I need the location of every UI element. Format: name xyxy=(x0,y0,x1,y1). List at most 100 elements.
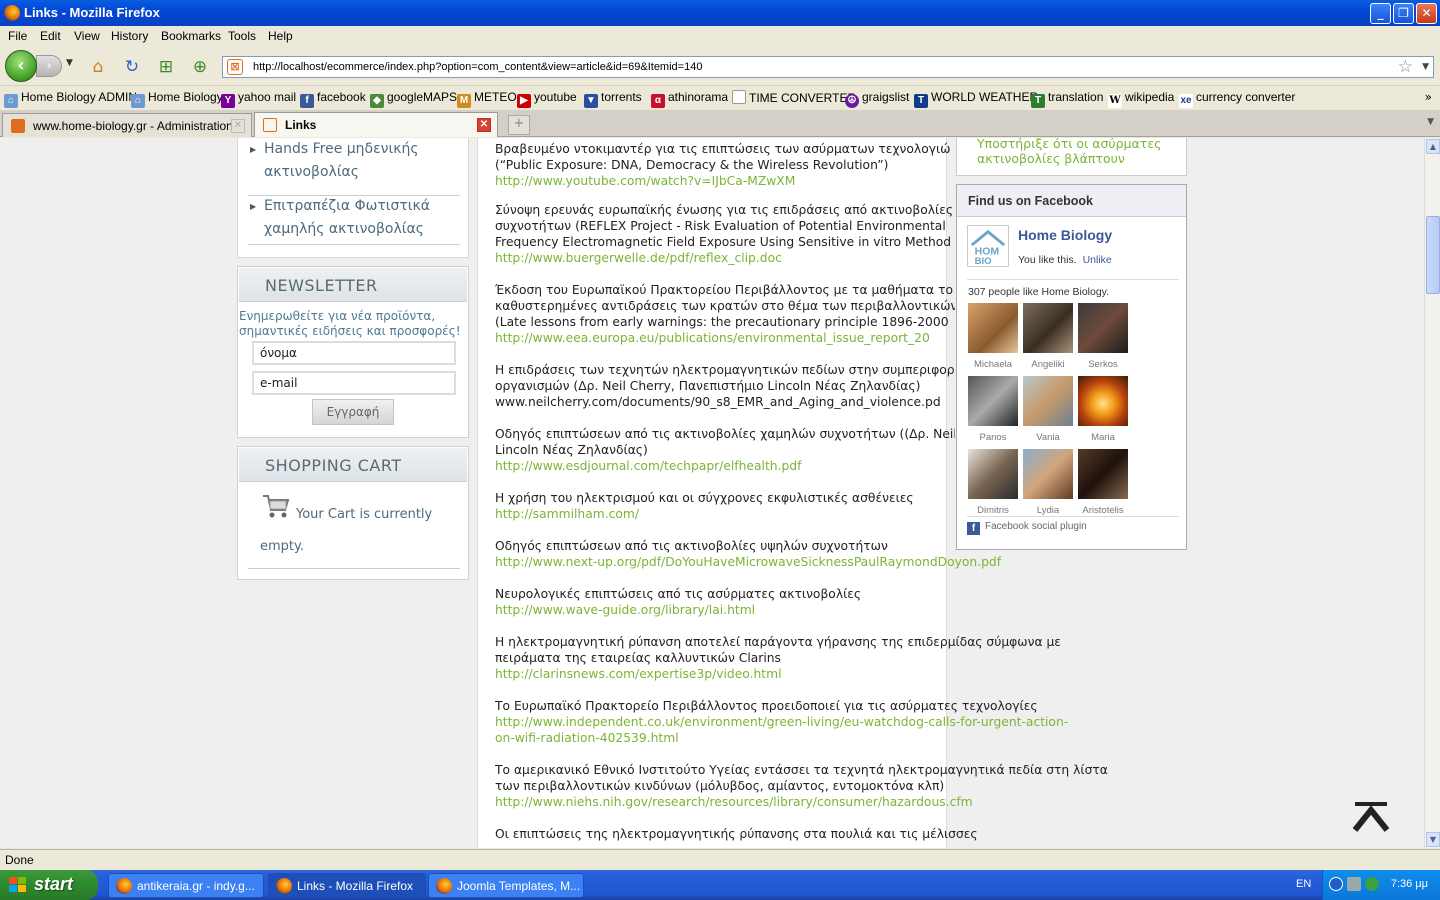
reload-icon[interactable]: ↻ xyxy=(121,56,143,78)
article-link[interactable]: http://clarinsnews.com/expertise3p/video… xyxy=(495,666,1135,682)
tab-close-icon[interactable]: ✕ xyxy=(477,118,491,132)
newsletter-submit-button[interactable]: Εγγραφή xyxy=(312,399,394,425)
poll-option-text[interactable]: Υποστήριξε ότι οι ασύρματες ακτινοβολίες… xyxy=(977,138,1177,166)
article-link[interactable]: http://www.independent.co.uk/environment… xyxy=(495,714,1135,730)
taskbar-item[interactable]: antikeraia.gr - indy.g... xyxy=(108,873,264,898)
poll-box: Υποστήριξε ότι οι ασύρματες ακτινοβολίες… xyxy=(956,138,1187,176)
network-icon[interactable] xyxy=(1347,877,1361,891)
tab-list-icon[interactable]: ▼ xyxy=(1427,117,1434,127)
unlike-link[interactable]: Unlike xyxy=(1083,254,1112,266)
bookmark-item[interactable]: T WORLD WEATHER xyxy=(914,90,1038,108)
fan-avatar[interactable]: Dimitris xyxy=(968,449,1018,516)
home-icon[interactable]: ⌂ xyxy=(87,56,109,78)
cart-heading: SHOPPING CART xyxy=(239,448,467,482)
shopping-cart-box: SHOPPING CART Your Cart is currently emp… xyxy=(237,446,469,580)
menu-view[interactable]: View xyxy=(74,29,100,43)
bookmark-item[interactable]: ▶ youtube xyxy=(517,90,577,108)
bookmark-item[interactable]: M METEO xyxy=(457,90,517,108)
fan-avatar[interactable]: Angeliki xyxy=(1023,303,1073,370)
facebook-plugin-credit[interactable]: f Facebook social plugin xyxy=(967,521,1087,535)
start-button[interactable]: start xyxy=(0,870,98,900)
tab-close-icon[interactable]: ✕ xyxy=(231,119,245,133)
page-content: ▶ Hands Free μηδενικής ακτινοβολίας ▶ Επ… xyxy=(0,138,1424,848)
fan-avatar[interactable]: Vania xyxy=(1023,376,1073,443)
article-link[interactable]: http://www.eea.europa.eu/publications/en… xyxy=(495,330,955,346)
scroll-down-icon[interactable]: ▼ xyxy=(1426,832,1440,847)
menu-help[interactable]: Help xyxy=(268,29,293,43)
article-link[interactable]: http://www.wave-guide.org/library/lai.ht… xyxy=(495,602,1135,618)
menu-history[interactable]: History xyxy=(111,29,148,43)
bookmark-add-icon[interactable]: ⊕ xyxy=(189,56,211,78)
facebook-heading: Find us on Facebook xyxy=(957,185,1186,217)
bookmark-item[interactable]: ☮ graigslist xyxy=(845,90,909,108)
tab-bar: www.home-biology.gr - Administration ✕ L… xyxy=(0,110,1440,137)
bookmark-item[interactable]: f facebook xyxy=(300,90,366,108)
url-text[interactable]: http://localhost/ecommerce/index.php?opt… xyxy=(253,61,702,73)
divider xyxy=(248,244,460,245)
facebook-like-count: 307 people like Home Biology. xyxy=(968,286,1110,298)
minimize-button[interactable]: _ xyxy=(1370,3,1391,24)
product-menu: ▶ Hands Free μηδενικής ακτινοβολίας ▶ Επ… xyxy=(237,138,469,258)
system-tray: 7:36 μμ xyxy=(1322,870,1440,900)
article-link[interactable]: http://www.niehs.nih.gov/research/resour… xyxy=(495,794,1135,810)
article-text-line: οργανισμών (Δρ. Neil Cherry, Πανεπιστήμι… xyxy=(495,379,921,393)
language-indicator[interactable]: EN xyxy=(1296,878,1311,890)
new-tab-icon[interactable]: ⊞ xyxy=(155,56,177,78)
back-to-top-icon[interactable] xyxy=(1352,800,1390,834)
translation-icon: T xyxy=(1031,94,1045,108)
article-link[interactable]: on-wifi-radiation-402539.html xyxy=(495,730,1135,746)
article-link[interactable]: http://www.esdjournal.com/techpapr/elfhe… xyxy=(495,458,955,474)
arrow-icon: ▶ xyxy=(250,145,257,154)
menu-tools[interactable]: Tools xyxy=(228,29,256,43)
fan-avatar[interactable]: Aristotelis xyxy=(1078,449,1128,516)
newsletter-name-field[interactable]: όνομα xyxy=(252,341,456,365)
bookmark-item[interactable]: Ttranslation xyxy=(1031,90,1103,108)
article-text-line: πειράματα της εταιρείας καλλυντικών Clar… xyxy=(495,651,781,665)
tab-administration[interactable]: www.home-biology.gr - Administration ✕ xyxy=(2,113,252,137)
fan-avatar[interactable]: Lydia xyxy=(1023,449,1073,516)
url-dropdown-icon[interactable]: ▼ xyxy=(1422,62,1429,72)
bookmark-star-icon[interactable]: ☆ xyxy=(1398,57,1413,77)
article-paragraph: Η επιδράσεις των τεχνητών ηλεκτρομαγνητι… xyxy=(495,362,955,410)
bookmark-item[interactable]: ⌂ Home Biology xyxy=(131,90,223,108)
tray-arrow-icon[interactable] xyxy=(1329,877,1343,891)
article-text-line: Η ηλεκτρομαγνητική ρύπανση αποτελεί παρά… xyxy=(495,635,1061,649)
divider xyxy=(967,516,1179,517)
history-dropdown-icon[interactable]: ▼ xyxy=(66,58,73,68)
fan-avatar[interactable]: Serkos xyxy=(1078,303,1128,370)
taskbar: start antikeraia.gr - indy.g... Links - … xyxy=(0,870,1440,900)
close-button[interactable]: ✕ xyxy=(1416,3,1437,24)
scrollbar-thumb[interactable] xyxy=(1426,216,1440,294)
fan-avatar[interactable]: Panos xyxy=(968,376,1018,443)
maximize-button[interactable]: ❐ xyxy=(1393,3,1414,24)
page-scrollbar[interactable]: ▲ ▼ xyxy=(1424,138,1440,848)
address-bar[interactable]: ⊠ http://localhost/ecommerce/index.php?o… xyxy=(222,56,1434,78)
taskbar-item[interactable]: Joomla Templates, M... xyxy=(428,873,584,898)
scroll-up-icon[interactable]: ▲ xyxy=(1426,139,1440,154)
bookmark-item[interactable]: Wwikipedia xyxy=(1108,90,1174,108)
bookmark-item[interactable]: α athinorama xyxy=(651,90,728,108)
security-icon[interactable] xyxy=(1365,877,1379,891)
bookmark-item[interactable]: Yyahoo mail xyxy=(221,90,296,108)
bookmark-item[interactable]: ◆ googleMAPS xyxy=(370,90,457,108)
taskbar-item[interactable]: Links - Mozilla Firefox xyxy=(268,873,426,898)
menu-edit[interactable]: Edit xyxy=(40,29,61,43)
bookmarks-overflow-icon[interactable]: » xyxy=(1425,90,1432,104)
bookmark-item[interactable]: TIME CONVERTER xyxy=(732,90,856,105)
menu-bookmarks[interactable]: Bookmarks xyxy=(161,29,221,43)
newsletter-email-field[interactable]: e-mail xyxy=(252,371,456,395)
tab-links[interactable]: Links ✕ xyxy=(254,112,498,137)
fan-avatar[interactable]: Michaela xyxy=(968,303,1018,370)
forward-button[interactable]: › xyxy=(36,55,62,77)
fan-avatar[interactable]: Maria xyxy=(1078,376,1128,443)
article-link[interactable]: http://www.next-up.org/pdf/DoYouHaveMicr… xyxy=(495,554,1135,570)
article-link[interactable]: http://www.buergerwelle.de/pdf/reflex_cl… xyxy=(495,250,955,266)
new-tab-button[interactable]: + xyxy=(508,115,530,135)
menu-file[interactable]: File xyxy=(8,29,27,43)
article-link[interactable]: http://www.youtube.com/watch?v=IJbCa-MZw… xyxy=(495,173,950,189)
bookmark-item[interactable]: ▼ torrents xyxy=(584,90,642,108)
bookmark-item[interactable]: xe currency converter xyxy=(1179,90,1295,108)
bookmark-item[interactable]: ⌂ Home Biology ADMIN xyxy=(4,90,137,108)
facebook-page-name[interactable]: Home Biology xyxy=(1018,227,1112,243)
back-button[interactable]: ‹ xyxy=(5,50,37,82)
